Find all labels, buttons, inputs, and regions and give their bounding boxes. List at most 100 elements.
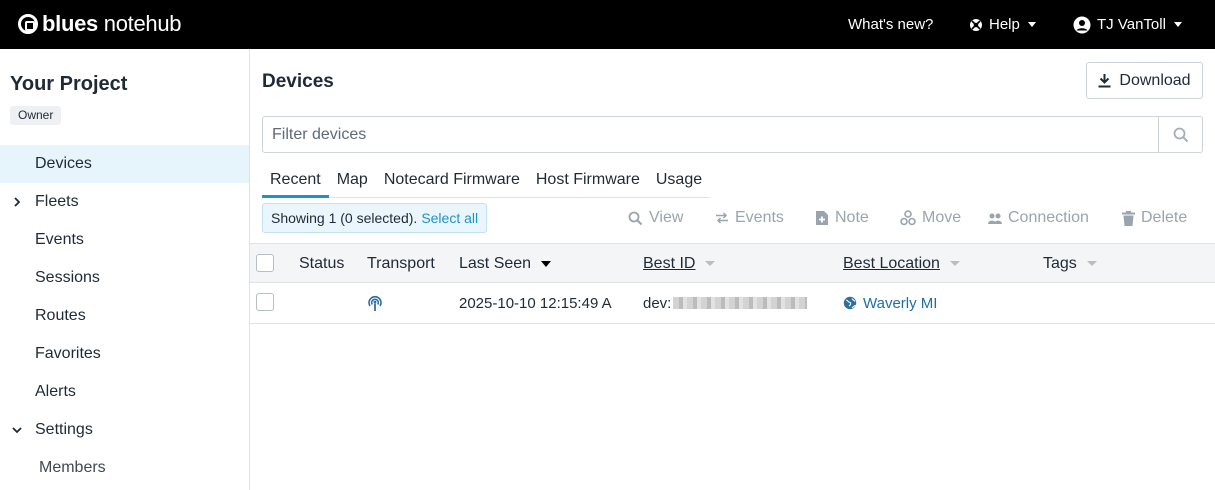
events-label: Events	[735, 209, 784, 226]
globe-icon	[843, 296, 857, 310]
events-button[interactable]: Events	[715, 207, 784, 229]
chevron-right-icon[interactable]	[12, 197, 22, 207]
column-transport[interactable]: Transport	[367, 244, 435, 283]
chevron-down-icon[interactable]	[12, 425, 22, 435]
view-button[interactable]: View	[628, 207, 683, 229]
download-label: Download	[1119, 71, 1191, 89]
tab-host-firmware[interactable]: Host Firmware	[528, 162, 648, 198]
row-checkbox[interactable]	[256, 293, 274, 311]
top-navbar: blues notehub What's new? Help TJ VanTol…	[0, 0, 1215, 49]
selection-count: Showing 1 (0 selected).	[271, 210, 418, 226]
device-tabs: Recent Map Notecard Firmware Host Firmwa…	[262, 162, 711, 198]
selection-info: Showing 1 (0 selected). Select all	[262, 203, 488, 233]
move-nodes-icon	[900, 210, 916, 226]
move-button[interactable]: Move	[900, 207, 961, 229]
sidebar-item-label: Sessions	[35, 269, 100, 286]
sidebar-item-label: Events	[35, 231, 84, 248]
sidebar: Your Project Owner Devices Fleets Events…	[0, 49, 250, 490]
sidebar-item-label: Routes	[35, 307, 86, 324]
sort-desc-icon	[541, 260, 552, 267]
select-all-link[interactable]: Select all	[421, 210, 478, 226]
best-id-cell: dev:	[643, 283, 808, 323]
whats-new-link[interactable]: What's new?	[848, 0, 933, 49]
column-label: Tags	[1043, 254, 1077, 272]
tab-usage[interactable]: Usage	[648, 162, 710, 198]
blues-logo-icon	[18, 14, 38, 34]
search-icon	[1173, 127, 1188, 142]
view-label: View	[649, 209, 684, 226]
sidebar-item-settings[interactable]: Settings	[0, 411, 249, 449]
chevron-down-icon	[1173, 22, 1182, 27]
sidebar-item-sessions[interactable]: Sessions	[0, 259, 249, 297]
sidebar-item-label: Devices	[35, 155, 92, 172]
column-label: Best ID	[643, 254, 696, 272]
help-label: Help	[989, 16, 1020, 33]
sidebar-item-label: Settings	[35, 421, 93, 438]
last-seen-cell: 2025-10-10 12:15:49 A	[459, 294, 612, 312]
sidebar-item-fleets[interactable]: Fleets	[0, 183, 249, 221]
sidebar-item-label: Alerts	[35, 383, 76, 400]
role-badge: Owner	[10, 106, 62, 125]
cellular-icon	[368, 295, 382, 311]
add-note-icon	[816, 211, 828, 225]
connection-icon	[988, 213, 1002, 224]
sort-icon	[705, 261, 716, 266]
devices-table-header: Status Transport Last Seen Best ID Best …	[250, 243, 1215, 283]
sidebar-item-label: Fleets	[35, 193, 79, 210]
column-best-location[interactable]: Best Location	[843, 244, 960, 283]
column-label: Last Seen	[459, 254, 532, 272]
column-best-id[interactable]: Best ID	[643, 244, 716, 283]
connection-button[interactable]: Connection	[988, 207, 1089, 229]
tab-notecard-firmware[interactable]: Notecard Firmware	[376, 162, 528, 198]
sort-icon	[1086, 261, 1097, 266]
whats-new-label: What's new?	[848, 16, 934, 33]
user-name: TJ VanToll	[1097, 16, 1166, 33]
column-label: Transport	[367, 254, 435, 272]
sidebar-item-favorites[interactable]: Favorites	[0, 335, 249, 373]
sidebar-item-routes[interactable]: Routes	[0, 297, 249, 335]
notehub-logo[interactable]: blues notehub	[18, 11, 182, 37]
download-icon	[1098, 74, 1111, 88]
note-button[interactable]: Note	[815, 207, 869, 229]
column-tags[interactable]: Tags	[1043, 244, 1097, 283]
column-label: Status	[299, 254, 345, 272]
sidebar-item-members[interactable]: Members	[0, 449, 249, 487]
logo-text: blues notehub	[42, 11, 182, 36]
chevron-down-icon	[1027, 22, 1036, 27]
connection-label: Connection	[1008, 209, 1089, 226]
search-icon	[628, 211, 643, 225]
project-title: Your Project	[10, 73, 128, 95]
select-all-checkbox[interactable]	[256, 254, 274, 272]
help-menu[interactable]: Help	[969, 0, 1036, 49]
transport-cell	[367, 283, 383, 323]
tab-map[interactable]: Map	[329, 162, 376, 198]
search-button[interactable]	[1158, 117, 1202, 152]
column-last-seen[interactable]: Last Seen	[459, 244, 552, 283]
page-title: Devices	[262, 71, 334, 92]
table-row[interactable]: 2025-10-10 12:15:49 A dev: Waverly MI	[250, 283, 1215, 324]
sidebar-item-devices[interactable]: Devices	[0, 145, 249, 183]
trash-icon	[1122, 210, 1135, 226]
filter-devices-input[interactable]	[263, 117, 1158, 152]
main-content: Devices Download Recent Map Notecard Fir…	[250, 49, 1215, 490]
user-avatar-icon	[1073, 16, 1091, 33]
device-id-prefix: dev:	[643, 294, 672, 312]
sort-icon	[949, 261, 960, 266]
delete-button[interactable]: Delete	[1122, 207, 1187, 229]
help-icon	[970, 18, 982, 31]
column-label: Best Location	[843, 254, 940, 272]
sidebar-item-label: Favorites	[35, 345, 101, 362]
tab-recent[interactable]: Recent	[262, 162, 329, 198]
note-label: Note	[835, 209, 869, 226]
move-label: Move	[922, 209, 962, 226]
sidebar-item-events[interactable]: Events	[0, 221, 249, 259]
redacted-device-id	[673, 297, 808, 309]
delete-label: Delete	[1141, 209, 1188, 226]
best-location-cell[interactable]: Waverly MI	[843, 283, 937, 323]
column-status[interactable]: Status	[299, 244, 344, 283]
sidebar-item-alerts[interactable]: Alerts	[0, 373, 249, 411]
download-button[interactable]: Download	[1086, 62, 1203, 99]
user-menu[interactable]: TJ VanToll	[1073, 0, 1182, 49]
swap-arrows-icon	[716, 212, 728, 224]
sidebar-item-label: Members	[39, 459, 106, 476]
